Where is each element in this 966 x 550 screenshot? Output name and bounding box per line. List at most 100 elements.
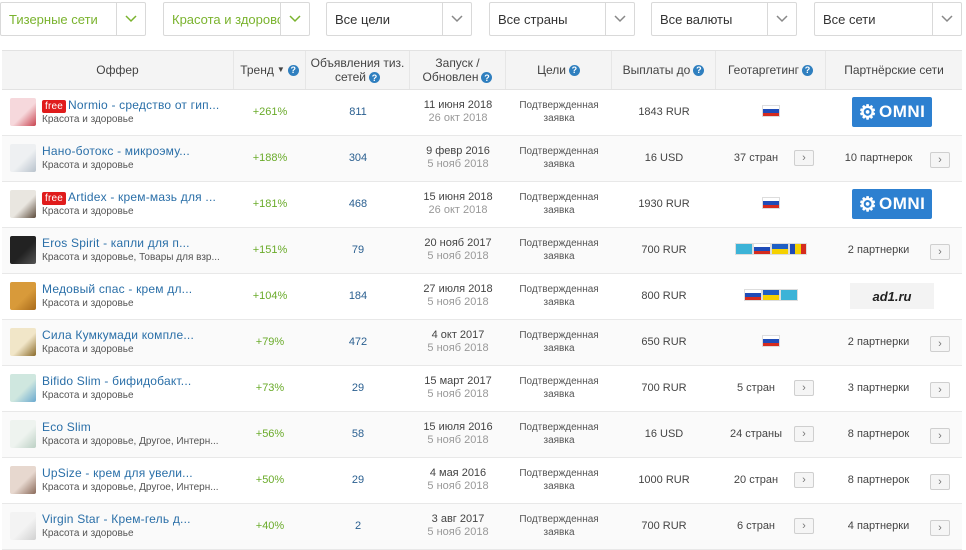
ads-count[interactable]: 29 xyxy=(306,474,410,486)
geo-cell: 20 стран › xyxy=(716,458,826,503)
column-partners[interactable]: Партнёрские сети xyxy=(826,51,962,89)
geo-expand-button[interactable]: › xyxy=(794,472,814,488)
geo-expand-button[interactable]: › xyxy=(794,518,814,534)
partner-logo-omni[interactable]: ⚙ OMNI xyxy=(852,97,932,127)
offer-title[interactable]: Сила Кумкумади компле... xyxy=(42,328,227,342)
launch-date: 15 июня 2018 xyxy=(423,191,493,203)
offer-title[interactable]: Eco Slim xyxy=(42,420,227,434)
partners-cell: ⚙ OMNI xyxy=(826,182,962,227)
offer-thumbnail[interactable] xyxy=(10,144,36,172)
offer-title[interactable]: UpSize - крем для увели... xyxy=(42,466,227,480)
offer-thumbnail[interactable] xyxy=(10,190,36,218)
table-row[interactable]: Eros Spirit - капли для п... Красота и з… xyxy=(2,228,962,274)
offer-title[interactable]: Медовый спас - крем дл... xyxy=(42,282,227,296)
goals-cell: Подтвержденная заявка xyxy=(506,320,612,365)
flag-ru-icon xyxy=(762,335,780,347)
help-icon[interactable]: ? xyxy=(369,72,380,84)
table-row[interactable]: Нано-ботокс - микроэму... Красота и здор… xyxy=(2,136,962,182)
offer-cell: UpSize - крем для увели... Красота и здо… xyxy=(2,458,234,503)
offer-thumbnail[interactable] xyxy=(10,420,36,448)
trend-cell: +261% xyxy=(234,90,306,135)
offer-thumbnail[interactable] xyxy=(10,512,36,540)
trend-cell: +56% xyxy=(234,412,306,457)
trend-cell: +79% xyxy=(234,320,306,365)
column-payouts[interactable]: Выплаты до? xyxy=(612,51,716,89)
offer-title[interactable]: Virgin Star - Крем-гель д... xyxy=(42,512,227,526)
ads-count[interactable]: 58 xyxy=(306,428,410,440)
ads-count[interactable]: 468 xyxy=(306,198,410,210)
table-row[interactable]: UpSize - крем для увели... Красота и здо… xyxy=(2,458,962,504)
table-row[interactable]: Eco Slim Красота и здоровье, Другое, Инт… xyxy=(2,412,962,458)
table-row[interactable]: Медовый спас - крем дл... Красота и здор… xyxy=(2,274,962,320)
partners-expand-button[interactable]: › xyxy=(930,520,950,536)
offer-thumbnail[interactable] xyxy=(10,374,36,402)
column-ads[interactable]: Объявления тиз. сетей? xyxy=(306,51,410,89)
geo-expand-button[interactable]: › xyxy=(794,380,814,396)
column-geo[interactable]: Геотаргетинг? xyxy=(716,51,826,89)
partners-cell: 2 партнерки › xyxy=(826,228,962,273)
ads-count[interactable]: 811 xyxy=(306,106,410,118)
table-row[interactable]: free Normio - средство от гип... Красота … xyxy=(2,90,962,136)
offer-thumbnail[interactable] xyxy=(10,328,36,356)
help-icon[interactable]: ? xyxy=(287,64,299,76)
offer-title[interactable]: Eros Spirit - капли для п... xyxy=(42,236,227,250)
table-row[interactable]: Сила Кумкумади компле... Красота и здоро… xyxy=(2,320,962,366)
column-trend[interactable]: Тренд ▼ ? xyxy=(234,51,306,89)
column-launch[interactable]: Запуск / Обновлен? xyxy=(410,51,506,89)
offer-thumbnail[interactable] xyxy=(10,98,36,126)
offer-title-text: Normio - средство от гип... xyxy=(68,98,220,112)
ads-count[interactable]: 304 xyxy=(306,152,410,164)
filter-countries[interactable]: Все страны xyxy=(489,2,635,36)
help-icon[interactable]: ? xyxy=(568,64,580,76)
offer-title-text: Нано-ботокс - микроэму... xyxy=(42,144,190,158)
column-label: Цели xyxy=(537,63,566,77)
filter-currencies[interactable]: Все валюты xyxy=(651,2,797,36)
launch-date: 4 окт 2017 xyxy=(431,329,485,341)
chevron-right-icon: › xyxy=(938,430,942,442)
table-row[interactable]: Bifido Slim - бифидобакт... Красота и зд… xyxy=(2,366,962,412)
offer-cell: Медовый спас - крем дл... Красота и здор… xyxy=(2,274,234,319)
partners-cell: 8 партнерок › xyxy=(826,412,962,457)
help-icon[interactable]: ? xyxy=(802,64,814,76)
offer-title[interactable]: free Artidex - крем-мазь для ... xyxy=(42,190,227,205)
filter-category[interactable]: Красота и здорово... xyxy=(163,2,310,36)
offer-thumbnail[interactable] xyxy=(10,466,36,494)
offer-title[interactable]: Bifido Slim - бифидобакт... xyxy=(42,374,227,388)
geo-expand-button[interactable]: › xyxy=(794,150,814,166)
partners-expand-button[interactable]: › xyxy=(930,382,950,398)
ads-count[interactable]: 79 xyxy=(306,244,410,256)
payout-cell: 1000 RUR xyxy=(612,458,716,503)
table-row[interactable]: free Artidex - крем-мазь для ... Красота … xyxy=(2,182,962,228)
partner-logo-omni[interactable]: ⚙ OMNI xyxy=(852,189,932,219)
geo-count: 5 стран xyxy=(736,382,776,394)
table-row[interactable]: Virgin Star - Крем-гель д... Красота и з… xyxy=(2,504,962,550)
payout-cell: 1930 RUR xyxy=(612,182,716,227)
offer-title[interactable]: Нано-ботокс - микроэму... xyxy=(42,144,227,158)
ads-count[interactable]: 29 xyxy=(306,382,410,394)
column-offer[interactable]: Оффер xyxy=(2,51,234,89)
filter-teaser-networks[interactable]: Тизерные сети xyxy=(0,2,146,36)
help-icon[interactable]: ? xyxy=(481,72,493,84)
partner-logo-ad1[interactable]: ad1.ru xyxy=(850,283,934,309)
column-goals[interactable]: Цели? xyxy=(506,51,612,89)
goal-text: Подтвержденная заявка xyxy=(519,192,599,216)
goals-cell: Подтвержденная заявка xyxy=(506,182,612,227)
partners-expand-button[interactable]: › xyxy=(930,244,950,260)
ads-count[interactable]: 472 xyxy=(306,336,410,348)
offer-title[interactable]: free Normio - средство от гип... xyxy=(42,98,227,113)
flag-ua-icon xyxy=(762,289,780,301)
geo-expand-button[interactable]: › xyxy=(794,426,814,442)
ads-count[interactable]: 184 xyxy=(306,290,410,302)
filter-networks[interactable]: Все сети xyxy=(814,2,962,36)
filter-goals[interactable]: Все цели xyxy=(326,2,472,36)
partners-expand-button[interactable]: › xyxy=(930,152,950,168)
offer-thumbnail[interactable] xyxy=(10,236,36,264)
chevron-right-icon: › xyxy=(938,522,942,534)
updated-date: 5 нояб 2018 xyxy=(427,250,489,262)
chevron-right-icon: › xyxy=(938,154,942,166)
partners-expand-button[interactable]: › xyxy=(930,336,950,352)
partners-expand-button[interactable]: › xyxy=(930,474,950,490)
partners-expand-button[interactable]: › xyxy=(930,428,950,444)
help-icon[interactable]: ? xyxy=(693,64,705,76)
offer-thumbnail[interactable] xyxy=(10,282,36,310)
